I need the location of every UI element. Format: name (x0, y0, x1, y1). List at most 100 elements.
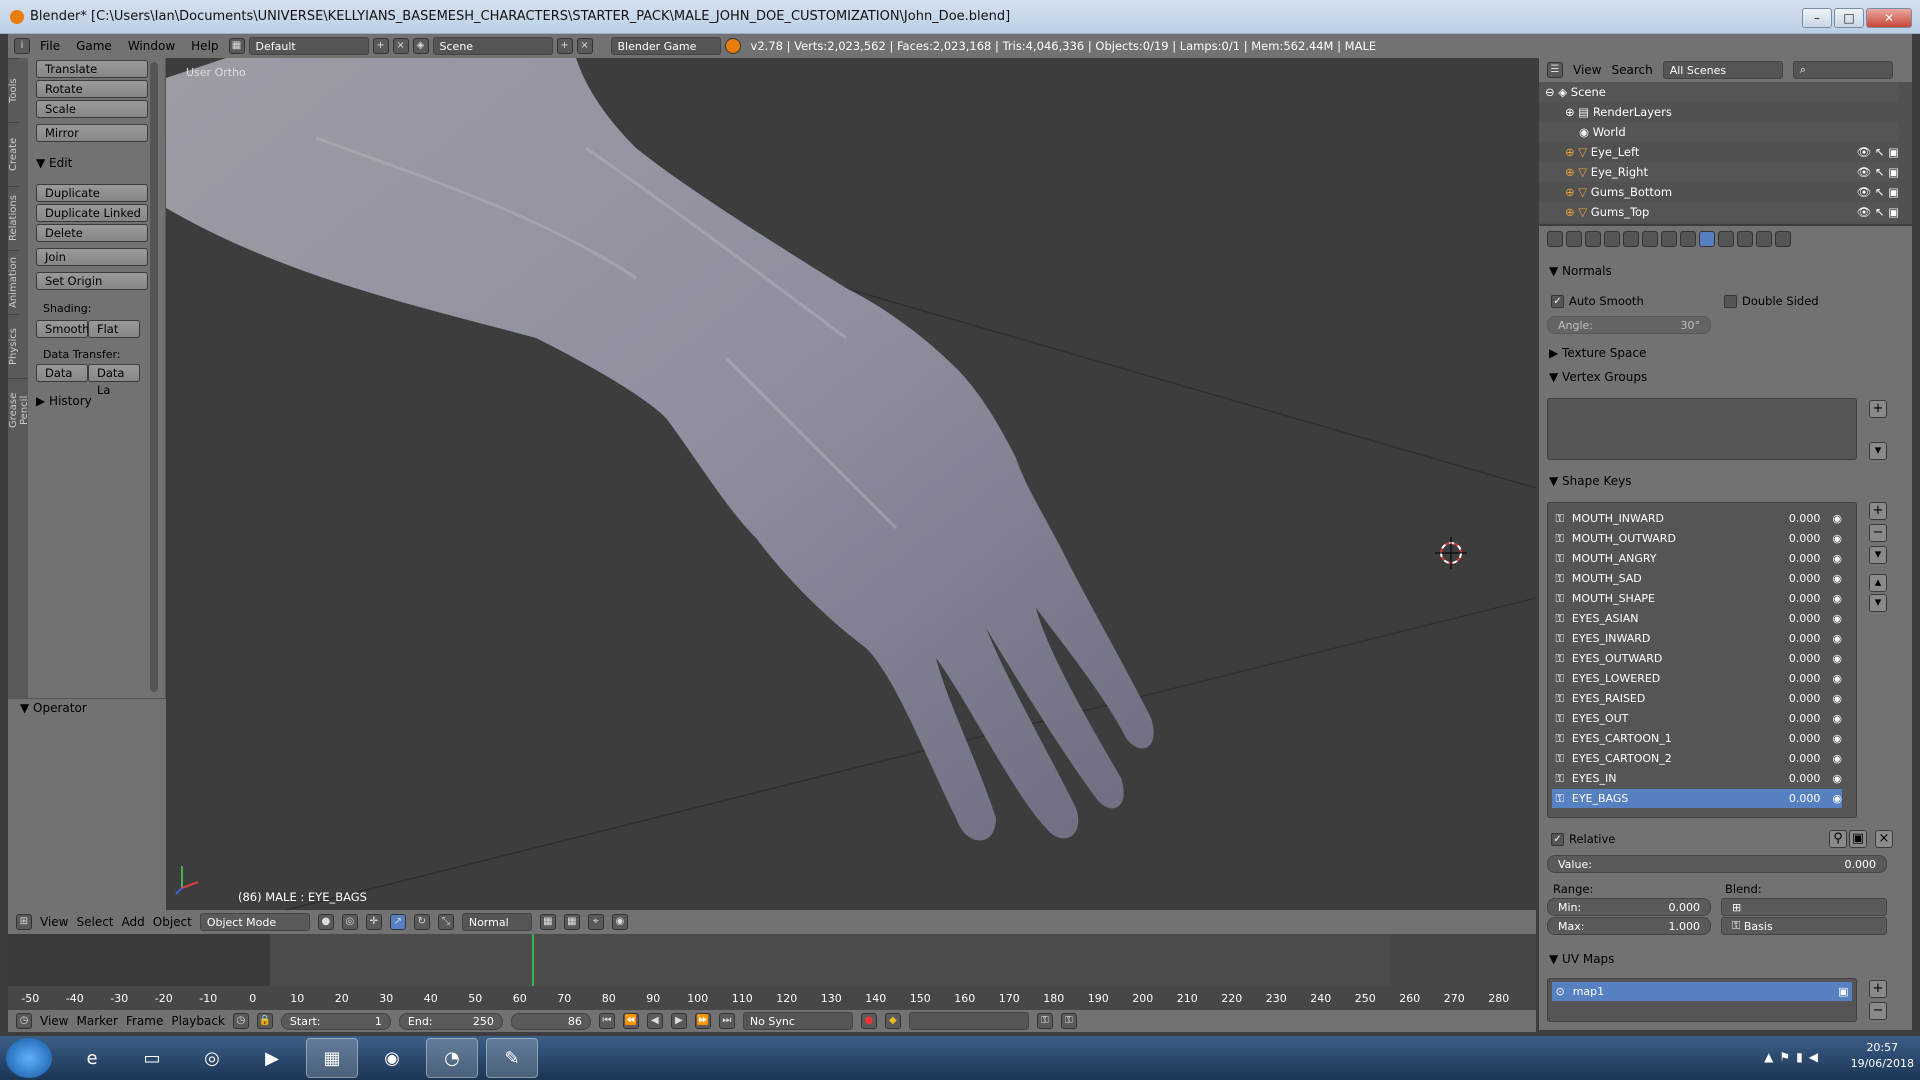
visibility-eye-icon[interactable]: ◉ (1832, 772, 1842, 785)
physics-tab-icon[interactable] (1775, 231, 1791, 247)
menu-help[interactable]: Help (185, 37, 224, 55)
play-icon[interactable]: ▶ (670, 1013, 687, 1029)
shape-key-item[interactable]: ⚿ EYES_OUT 0.000 ◉ (1552, 709, 1842, 728)
menu-object[interactable]: Object (153, 915, 192, 929)
outliner-editor-icon[interactable]: ☰ (1547, 62, 1563, 78)
shape-key-pin-button[interactable]: ⚲ (1829, 830, 1847, 848)
join-button[interactable]: Join (36, 248, 148, 266)
translate-button[interactable]: Translate (36, 60, 148, 78)
smooth-shading-button[interactable]: Smooth (36, 320, 89, 338)
render-icon[interactable]: ◉ (611, 914, 628, 930)
add-uv-map-button[interactable]: + (1869, 980, 1887, 998)
visibility-eye-icon[interactable]: ◉ (1832, 732, 1842, 745)
visibility-eye-icon[interactable]: ◉ (1832, 632, 1842, 645)
shape-key-value[interactable]: 0.000 (1770, 732, 1821, 745)
start-button[interactable] (6, 1038, 52, 1078)
translate-manipulator-icon[interactable]: ↗ (389, 914, 406, 930)
mode-selector[interactable]: Object Mode (199, 913, 310, 931)
visibility-eye-icon[interactable]: ◉ (1832, 672, 1842, 685)
menu-file[interactable]: File (34, 37, 66, 55)
engine-selector[interactable]: Blender Game (610, 37, 721, 55)
properties-editor-icon[interactable] (1547, 231, 1563, 247)
system-clock[interactable]: 20:57 19/06/2018 (1851, 1040, 1914, 1072)
vertex-group-blend-field[interactable]: ⊞ (1721, 898, 1887, 916)
shape-key-item[interactable]: ⚿ EYES_CARTOON_1 0.000 ◉ (1552, 729, 1842, 748)
shape-key-specials-button[interactable]: ▾ (1869, 546, 1887, 564)
particles-tab-icon[interactable] (1756, 231, 1772, 247)
visibility-eye-icon[interactable]: ◉ (1832, 572, 1842, 585)
object-tab-icon[interactable] (1642, 231, 1658, 247)
start-frame-field[interactable]: Start: 1 (280, 1012, 391, 1030)
delete-button[interactable]: Delete (36, 224, 148, 242)
operator-header[interactable]: ▼ Operator (20, 701, 87, 715)
outliner-item-gums-top[interactable]: ⊕ ▽ Gums_Top 👁 ↖ ▣ (1539, 202, 1899, 222)
end-frame-field[interactable]: End: 250 (398, 1012, 503, 1030)
mesh-data-tab-icon[interactable] (1699, 231, 1715, 247)
history-panel-header[interactable]: ▶ History (36, 394, 92, 408)
add-vertex-group-button[interactable]: + (1869, 400, 1887, 418)
uv-maps-list[interactable]: ⊙ map1 ▣ (1547, 978, 1857, 1022)
visibility-eye-icon[interactable]: ◉ (1832, 592, 1842, 605)
shape-key-item[interactable]: ⚿ EYE_BAGS 0.000 ◉ (1552, 789, 1842, 808)
scene-tab-icon[interactable] (1604, 231, 1620, 247)
angle-field[interactable]: Angle: 30° (1547, 316, 1711, 334)
scale-manipulator-icon[interactable]: ⤡ (437, 914, 454, 930)
shape-key-value[interactable]: 0.000 (1770, 572, 1821, 585)
shape-key-item[interactable]: ⚿ MOUTH_SHAPE 0.000 ◉ (1552, 589, 1842, 608)
transform-orientation-selector[interactable]: Normal (461, 913, 532, 931)
shape-key-item[interactable]: ⚿ MOUTH_INWARD 0.000 ◉ (1552, 509, 1842, 528)
world-tab-icon[interactable] (1623, 231, 1639, 247)
shape-key-value[interactable]: 0.000 (1770, 552, 1821, 565)
menu-frame[interactable]: Frame (126, 1014, 163, 1028)
shape-key-value[interactable]: 0.000 (1770, 532, 1821, 545)
explorer-icon[interactable]: ▭ (126, 1038, 178, 1078)
tab-tools[interactable]: Tools (8, 58, 19, 122)
info-editor-icon[interactable]: i (14, 38, 30, 54)
sync-mode-selector[interactable]: No Sync (742, 1012, 853, 1030)
camera-icon[interactable]: ▣ (1838, 985, 1852, 998)
shape-keys-list[interactable]: ⚿ MOUTH_INWARD 0.000 ◉ ⚿ MOUTH_OUTWARD 0.000 ◉… (1547, 502, 1857, 818)
visibility-eye-icon[interactable]: ◉ (1832, 752, 1842, 765)
uv-maps-panel-header[interactable]: ▼ UV Maps (1549, 952, 1614, 966)
menu-window[interactable]: Window (122, 37, 181, 55)
add-shape-key-button[interactable]: + (1869, 502, 1887, 520)
jump-start-icon[interactable]: ⏮ (598, 1013, 615, 1029)
close-button[interactable]: ✕ (1866, 8, 1912, 28)
tab-relations[interactable]: Relations (8, 186, 19, 250)
tab-grease-pencil[interactable]: Grease Pencil (8, 378, 30, 442)
menu-marker[interactable]: Marker (76, 1014, 117, 1028)
outliner-item-gums-bottom[interactable]: ⊕ ▽ Gums_Bottom 👁 ↖ ▣ (1539, 182, 1899, 202)
add-layout-icon[interactable]: + (372, 38, 389, 54)
edit-panel-header[interactable]: ▼ Edit (36, 156, 72, 170)
double-sided-checkbox[interactable]: Double Sided (1724, 294, 1819, 308)
scale-button[interactable]: Scale (36, 100, 148, 118)
shape-key-item[interactable]: ⚿ EYES_RAISED 0.000 ◉ (1552, 689, 1842, 708)
keying-set-selector[interactable] (908, 1012, 1029, 1030)
shape-key-value[interactable]: 0.000 (1770, 512, 1821, 525)
range-min-field[interactable]: Min: 0.000 (1547, 898, 1711, 916)
shape-key-value[interactable]: 0.000 (1770, 692, 1821, 705)
texture-space-panel-header[interactable]: ▶ Texture Space (1549, 346, 1646, 360)
outliner-menu-search[interactable]: Search (1611, 63, 1652, 77)
record-icon[interactable]: ● (860, 1013, 877, 1029)
visibility-eye-icon[interactable]: ◉ (1832, 552, 1842, 565)
shape-key-item[interactable]: ⚿ MOUTH_SAD 0.000 ◉ (1552, 569, 1842, 588)
uv-map-item[interactable]: ⊙ map1 ▣ (1552, 982, 1852, 1001)
3d-viewport[interactable]: User Ortho (86) MALE : EYE_BAGS (166, 58, 1536, 910)
shape-key-item[interactable]: ⚿ EYES_OUTWARD 0.000 ◉ (1552, 649, 1842, 668)
timeline-editor-icon[interactable]: ◷ (16, 1013, 32, 1029)
jump-end-icon[interactable]: ⏭ (718, 1013, 735, 1029)
3d-cursor[interactable] (1435, 537, 1467, 569)
clear-shape-keys-button[interactable]: × (1875, 830, 1893, 848)
menu-view[interactable]: View (40, 915, 68, 929)
rotate-manipulator-icon[interactable]: ↻ (413, 914, 430, 930)
render-tab-icon[interactable] (1566, 231, 1582, 247)
shape-key-value[interactable]: 0.000 (1770, 632, 1821, 645)
delete-keyframe-icon[interactable]: ⚿ (1060, 1013, 1077, 1029)
tool-shelf-scrollbar[interactable] (150, 62, 158, 692)
add-scene-icon[interactable]: + (556, 38, 573, 54)
next-key-icon[interactable]: ⏩ (694, 1013, 711, 1029)
outliner-item-scene[interactable]: ⊖ ◈ Scene (1539, 82, 1899, 102)
media-icon[interactable]: ▶ (246, 1038, 298, 1078)
insert-keyframe-icon[interactable]: ⚿ (1036, 1013, 1053, 1029)
